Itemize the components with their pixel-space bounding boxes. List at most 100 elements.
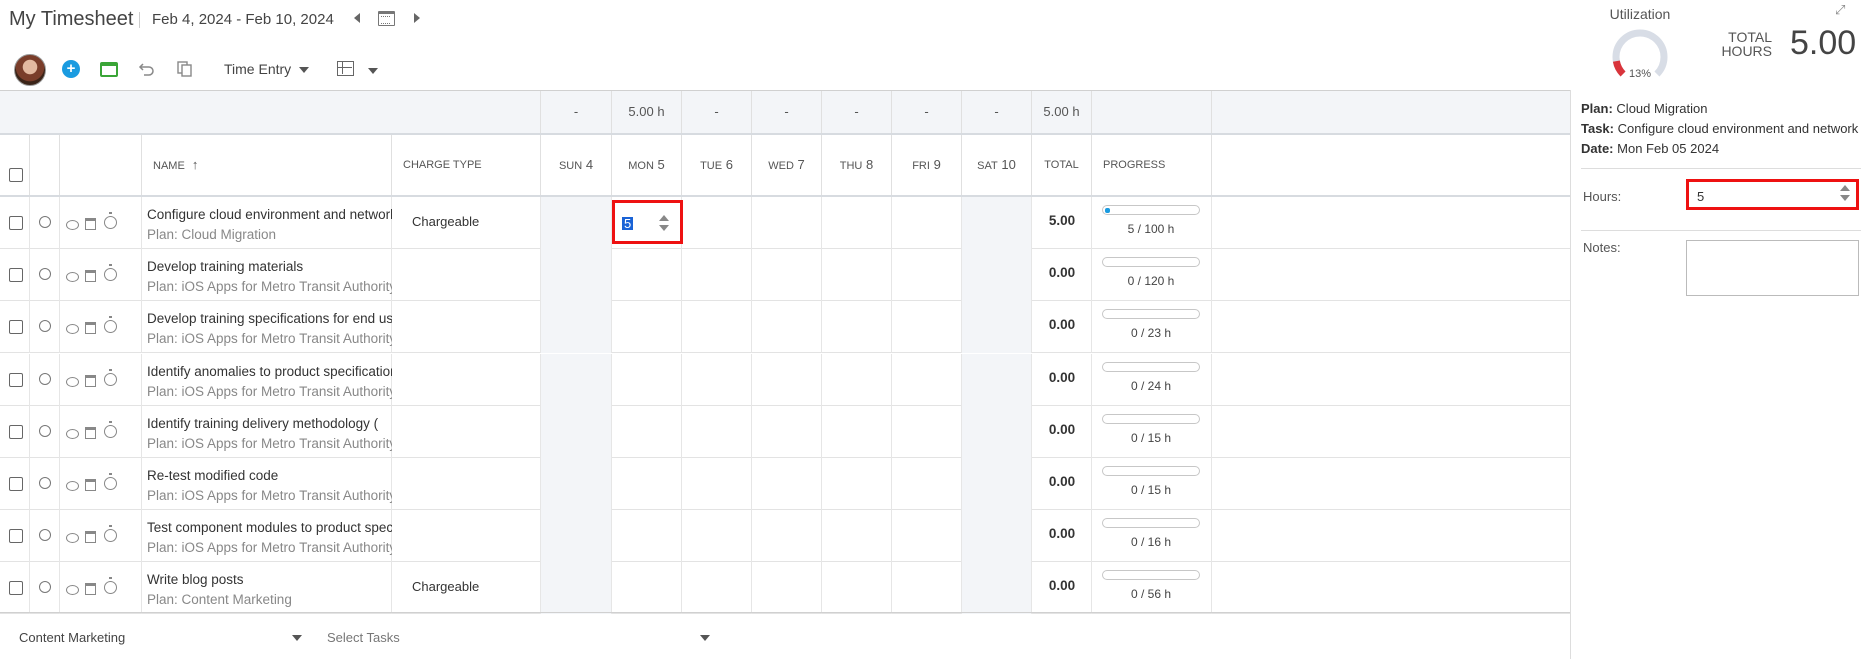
status-circle-icon[interactable] bbox=[39, 424, 51, 437]
day-cell[interactable] bbox=[682, 510, 752, 563]
table-row[interactable]: Develop training materials Plan: iOS Apps… bbox=[0, 249, 1570, 302]
day-cell[interactable] bbox=[682, 562, 752, 615]
day-cell[interactable] bbox=[682, 353, 752, 406]
day-cell[interactable] bbox=[892, 249, 962, 302]
day-cell[interactable] bbox=[892, 197, 962, 249]
day-cell[interactable] bbox=[752, 249, 822, 302]
task-name[interactable]: Write blog posts bbox=[147, 572, 392, 587]
task-name[interactable]: Develop training specifications for end … bbox=[147, 311, 392, 326]
column-name[interactable]: NAME ↑ bbox=[142, 135, 392, 195]
day-cell[interactable] bbox=[752, 301, 822, 354]
day-cell[interactable] bbox=[752, 353, 822, 406]
timer-icon[interactable] bbox=[104, 473, 117, 490]
hours-cell-input[interactable]: 5 bbox=[612, 200, 683, 244]
day-cell[interactable] bbox=[962, 458, 1032, 510]
row-checkbox[interactable] bbox=[9, 268, 23, 283]
decrement-icon[interactable] bbox=[659, 225, 669, 231]
timer-icon[interactable] bbox=[104, 525, 117, 543]
day-cell[interactable] bbox=[541, 301, 612, 354]
timer-icon[interactable] bbox=[104, 577, 117, 595]
day-cell[interactable] bbox=[822, 562, 892, 615]
trash-icon[interactable] bbox=[85, 218, 96, 230]
undo-icon[interactable] bbox=[138, 60, 156, 78]
avatar[interactable] bbox=[14, 54, 46, 86]
day-cell[interactable] bbox=[752, 405, 822, 458]
status-circle-icon[interactable] bbox=[39, 372, 51, 385]
status-circle-icon[interactable] bbox=[39, 581, 51, 594]
expand-icon[interactable]: ⤢ bbox=[1835, 2, 1845, 18]
status-circle-icon[interactable] bbox=[39, 477, 51, 489]
comment-icon[interactable] bbox=[66, 481, 79, 491]
day-cell[interactable] bbox=[541, 249, 612, 302]
row-checkbox[interactable] bbox=[9, 424, 23, 439]
table-row[interactable]: Identify training delivery methodology (… bbox=[0, 405, 1570, 458]
status-circle-icon[interactable] bbox=[39, 529, 51, 542]
trash-icon[interactable] bbox=[85, 374, 96, 387]
table-row[interactable]: Configure cloud environment and network P… bbox=[0, 197, 1570, 249]
next-week-icon[interactable] bbox=[414, 13, 420, 23]
day-cell[interactable] bbox=[612, 458, 682, 510]
comment-icon[interactable] bbox=[66, 272, 79, 283]
increment-icon[interactable] bbox=[1840, 185, 1850, 191]
table-row[interactable]: Write blog posts Plan: Content Marketing C… bbox=[0, 562, 1570, 615]
plan-select[interactable]: Content Marketing bbox=[19, 630, 125, 645]
notes-textarea[interactable] bbox=[1686, 240, 1859, 296]
day-cell[interactable] bbox=[682, 197, 752, 249]
time-entry-dropdown[interactable]: Time Entry bbox=[224, 61, 310, 77]
task-name[interactable]: Configure cloud environment and network bbox=[147, 207, 392, 222]
table-row[interactable]: Develop training specifications for end … bbox=[0, 301, 1570, 354]
trash-icon[interactable] bbox=[85, 322, 96, 335]
day-cell[interactable] bbox=[541, 353, 612, 406]
comment-icon[interactable] bbox=[66, 428, 79, 439]
table-row[interactable]: Re-test modified code Plan: iOS Apps for … bbox=[0, 458, 1570, 510]
day-cell[interactable] bbox=[682, 301, 752, 354]
day-cell[interactable] bbox=[612, 249, 682, 302]
trash-icon[interactable] bbox=[85, 426, 96, 439]
day-cell[interactable] bbox=[682, 405, 752, 458]
increment-icon[interactable] bbox=[659, 215, 669, 221]
timer-icon[interactable] bbox=[104, 420, 117, 438]
status-circle-icon[interactable] bbox=[39, 268, 51, 281]
day-cell[interactable] bbox=[541, 510, 612, 563]
row-checkbox[interactable] bbox=[9, 581, 23, 596]
task-name[interactable]: Test component modules to product specif… bbox=[147, 520, 392, 535]
row-checkbox[interactable] bbox=[9, 529, 23, 544]
copy-icon[interactable] bbox=[176, 60, 194, 78]
previous-week-icon[interactable] bbox=[354, 13, 360, 23]
day-cell[interactable] bbox=[822, 301, 892, 354]
comment-icon[interactable] bbox=[66, 220, 79, 230]
day-cell[interactable] bbox=[962, 301, 1032, 354]
day-cell[interactable] bbox=[892, 562, 962, 615]
day-cell[interactable] bbox=[612, 562, 682, 615]
day-cell[interactable] bbox=[541, 197, 612, 249]
row-checkbox[interactable] bbox=[9, 320, 23, 335]
chevron-down-icon[interactable] bbox=[368, 68, 378, 74]
task-name[interactable]: Develop training materials bbox=[147, 259, 392, 274]
day-cell[interactable] bbox=[822, 249, 892, 302]
comment-icon[interactable] bbox=[66, 585, 79, 596]
day-cell[interactable] bbox=[752, 458, 822, 510]
day-cell[interactable] bbox=[541, 562, 612, 615]
day-cell[interactable] bbox=[962, 562, 1032, 615]
day-cell[interactable] bbox=[892, 458, 962, 510]
day-cell[interactable] bbox=[612, 405, 682, 458]
day-cell[interactable] bbox=[541, 405, 612, 458]
day-cell[interactable] bbox=[822, 510, 892, 563]
table-row[interactable]: Test component modules to product specif… bbox=[0, 510, 1570, 563]
comment-icon[interactable] bbox=[66, 533, 79, 544]
select-all-checkbox[interactable] bbox=[9, 168, 23, 182]
layout-grid-icon[interactable] bbox=[337, 61, 354, 76]
comment-icon[interactable] bbox=[66, 324, 79, 335]
day-cell[interactable] bbox=[682, 458, 752, 510]
trash-icon[interactable] bbox=[85, 479, 96, 491]
task-name[interactable]: Identify training delivery methodology ( bbox=[147, 416, 392, 431]
trash-icon[interactable] bbox=[85, 583, 96, 596]
day-cell[interactable] bbox=[752, 562, 822, 615]
row-checkbox[interactable] bbox=[9, 216, 23, 230]
status-circle-icon[interactable] bbox=[39, 320, 51, 333]
sort-ascending-icon[interactable]: ↑ bbox=[192, 157, 199, 172]
trash-icon[interactable] bbox=[85, 531, 96, 544]
calendar-icon[interactable] bbox=[378, 11, 395, 26]
day-cell[interactable] bbox=[682, 249, 752, 302]
task-name[interactable]: Re-test modified code bbox=[147, 468, 392, 483]
